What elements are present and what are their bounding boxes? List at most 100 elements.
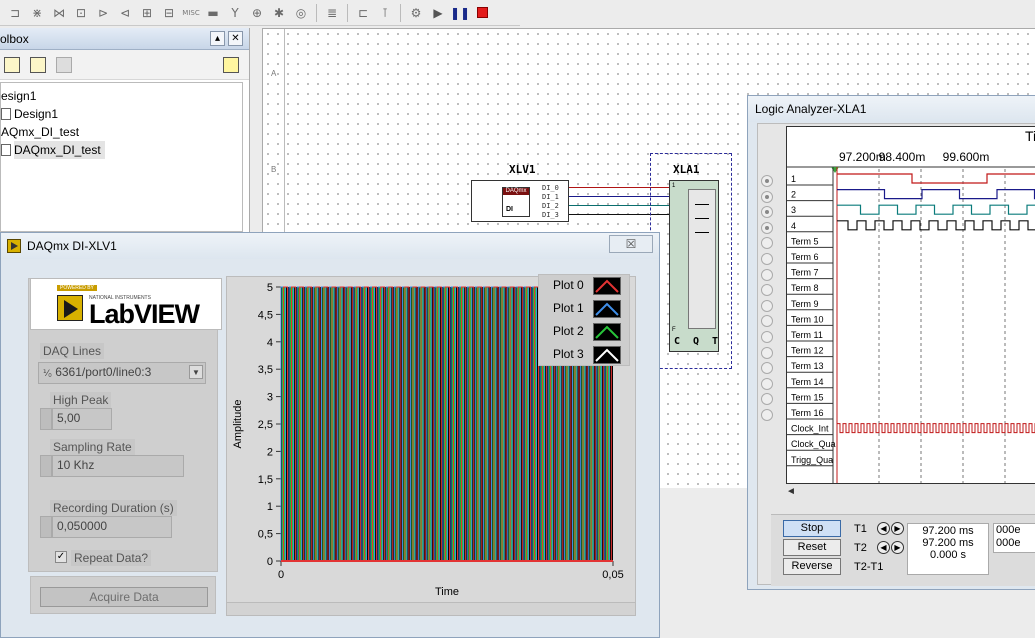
channel-radio-9[interactable] [761,299,773,312]
chevron-down-icon[interactable]: ▼ [189,365,203,379]
duration-spinner[interactable] [40,516,52,538]
legend-swatch-plot1[interactable] [593,300,621,318]
repeat-data-label: Repeat Data? [71,550,152,566]
legend-swatch-plot0[interactable] [593,277,621,295]
transformer-icon[interactable]: ⊕ [248,4,266,22]
misc-icon[interactable]: MISC [182,4,200,22]
labview-text: LabVIEW [89,299,200,329]
repeat-data-checkbox[interactable]: ✓ [55,551,67,563]
channel-radio-4[interactable] [761,221,773,234]
settings-icon[interactable] [223,57,239,73]
channel-label: Term 5 [791,236,819,246]
t1-left-arrow-icon[interactable]: ◀ [877,522,890,535]
legend-swatch-plot2[interactable] [593,323,621,341]
pin-di-1: DI_1 [542,193,559,201]
scroll-left-icon[interactable]: ◄ [786,486,796,497]
remove-design-icon[interactable] [56,56,72,73]
channel-radio-6[interactable] [761,253,773,265]
channel-radio-13[interactable] [761,362,773,375]
daqmx-titlebar[interactable]: DAQmx DI-XLV1 [1,233,659,259]
daq-lines-label: DAQ Lines [40,343,105,359]
channel-radio-16[interactable] [761,409,773,421]
daqmx-icon: DAQmx DI [502,187,530,217]
xla1-component[interactable]: 1 F C Q T [669,180,719,352]
simulation-icon[interactable]: ⚙ [407,4,425,22]
legend-swatch-plot3[interactable] [593,346,621,364]
pin-di-0: DI_0 [542,184,559,192]
diode-icon[interactable]: ⊲ [116,4,134,22]
plot-legend: Plot 0 Plot 1 Plot 2 Plot 3 [538,274,630,366]
resistor-icon[interactable]: ⋇ [28,4,46,22]
tree-item-design1[interactable]: Design1 [1,105,242,123]
channel-label: 3 [791,205,796,215]
bus-icon[interactable]: ≣ [323,4,341,22]
channel-radio-14[interactable] [761,377,773,390]
close-panel-button[interactable]: ✕ [228,31,243,46]
switch-icon[interactable]: ⊳ [94,4,112,22]
channel-radio-1[interactable] [761,175,773,187]
trigger-marker-icon [831,167,839,173]
tree-item-daqmx-test[interactable]: DAQmx_DI_test [1,141,242,159]
channel-radio-10[interactable] [761,315,773,328]
channel-radio-2[interactable] [761,190,773,203]
y-tick-label: 1 [267,501,273,513]
pin-di-3: DI_3 [542,211,559,219]
di-label: DI [506,206,513,213]
toolbar-separator [316,3,317,22]
mcu-icon[interactable]: ✱ [270,4,288,22]
tree-item-design-root[interactable]: esign1 [1,87,242,105]
high-peak-spinner[interactable] [40,408,52,430]
play-icon[interactable]: ▶ [429,4,447,22]
toolbox-icon-bar [0,50,249,80]
antenna-icon[interactable]: Y [226,4,244,22]
channel-radio-7[interactable] [761,268,773,281]
xlv1-component[interactable]: DAQmx DI DI_0 DI_1 DI_2 DI_3 [471,180,569,222]
channel-radio-11[interactable] [761,331,773,343]
probe-icon[interactable]: ⋈ [50,4,68,22]
x-axis-label: Time [435,586,459,598]
connector-icon[interactable]: ⊏ [354,4,372,22]
duration-input[interactable]: 0,050000 [52,516,172,538]
meter-icon[interactable]: ⊟ [160,4,178,22]
stop-icon[interactable] [473,4,491,22]
pause-icon[interactable]: ❚❚ [450,4,470,22]
sampling-rate-input[interactable]: 10 Khz [52,455,184,477]
new-design-icon[interactable] [4,56,20,73]
channel-radio-3[interactable] [761,206,773,219]
t2-right-arrow-icon[interactable]: ▶ [891,541,904,554]
pin-q: Q [692,336,700,347]
la-horizontal-scrollbar[interactable]: ◄ [786,486,1035,500]
channel-radio-8[interactable] [761,284,773,297]
pin-icon[interactable]: ◎ [292,4,310,22]
stop-button[interactable]: Stop [783,520,841,537]
ic-icon[interactable]: ⊞ [138,4,156,22]
reverse-button[interactable]: Reverse [783,558,841,575]
sampling-rate-spinner[interactable] [40,455,52,477]
open-design-icon[interactable] [30,56,46,73]
high-peak-input[interactable]: 5,00 [52,408,112,430]
logic-analyzer-title[interactable]: Logic Analyzer-XLA1 [748,96,1035,122]
waveform-icon[interactable]: ⊺ [376,4,394,22]
pin-panel-button[interactable]: ▴ [210,31,225,46]
channel-radio-5[interactable] [761,237,773,250]
legend-label-plot2: Plot 2 [553,324,584,338]
main-toolbar: ⊐ ⋇ ⋈ ⊡ ⊳ ⊲ ⊞ ⊟ MISC ▬ Y ⊕ ✱ ◎ ≣ ⊏ ⊺ ⚙ ▶… [0,0,520,26]
channel-radio-12[interactable] [761,346,773,359]
daq-lines-select[interactable]: ⅟₀ 6361/port0/line0:3 ▼ [38,362,206,384]
ruler-label-b: B [271,165,277,174]
acquire-data-button[interactable]: Acquire Data [40,587,208,607]
t1-label: T1 [854,523,867,535]
xla1-pin-labels: C Q T [674,336,718,347]
and-gate-icon[interactable]: ⊐ [6,4,24,22]
reset-button[interactable]: Reset [783,539,841,556]
t2-left-arrow-icon[interactable]: ◀ [877,541,890,554]
channel-radio-15[interactable] [761,393,773,406]
display-icon[interactable]: ▬ [204,4,222,22]
t1-right-arrow-icon[interactable]: ▶ [891,522,904,535]
t2-hex: 000e [996,537,1021,549]
graph-horizontal-scrollbar[interactable] [226,602,636,616]
channel-label: Clock_Int [791,424,829,434]
source-icon[interactable]: ⊡ [72,4,90,22]
tree-item-daqmx-root[interactable]: AQmx_DI_test [1,123,242,141]
close-button[interactable]: ☒ [609,235,653,253]
